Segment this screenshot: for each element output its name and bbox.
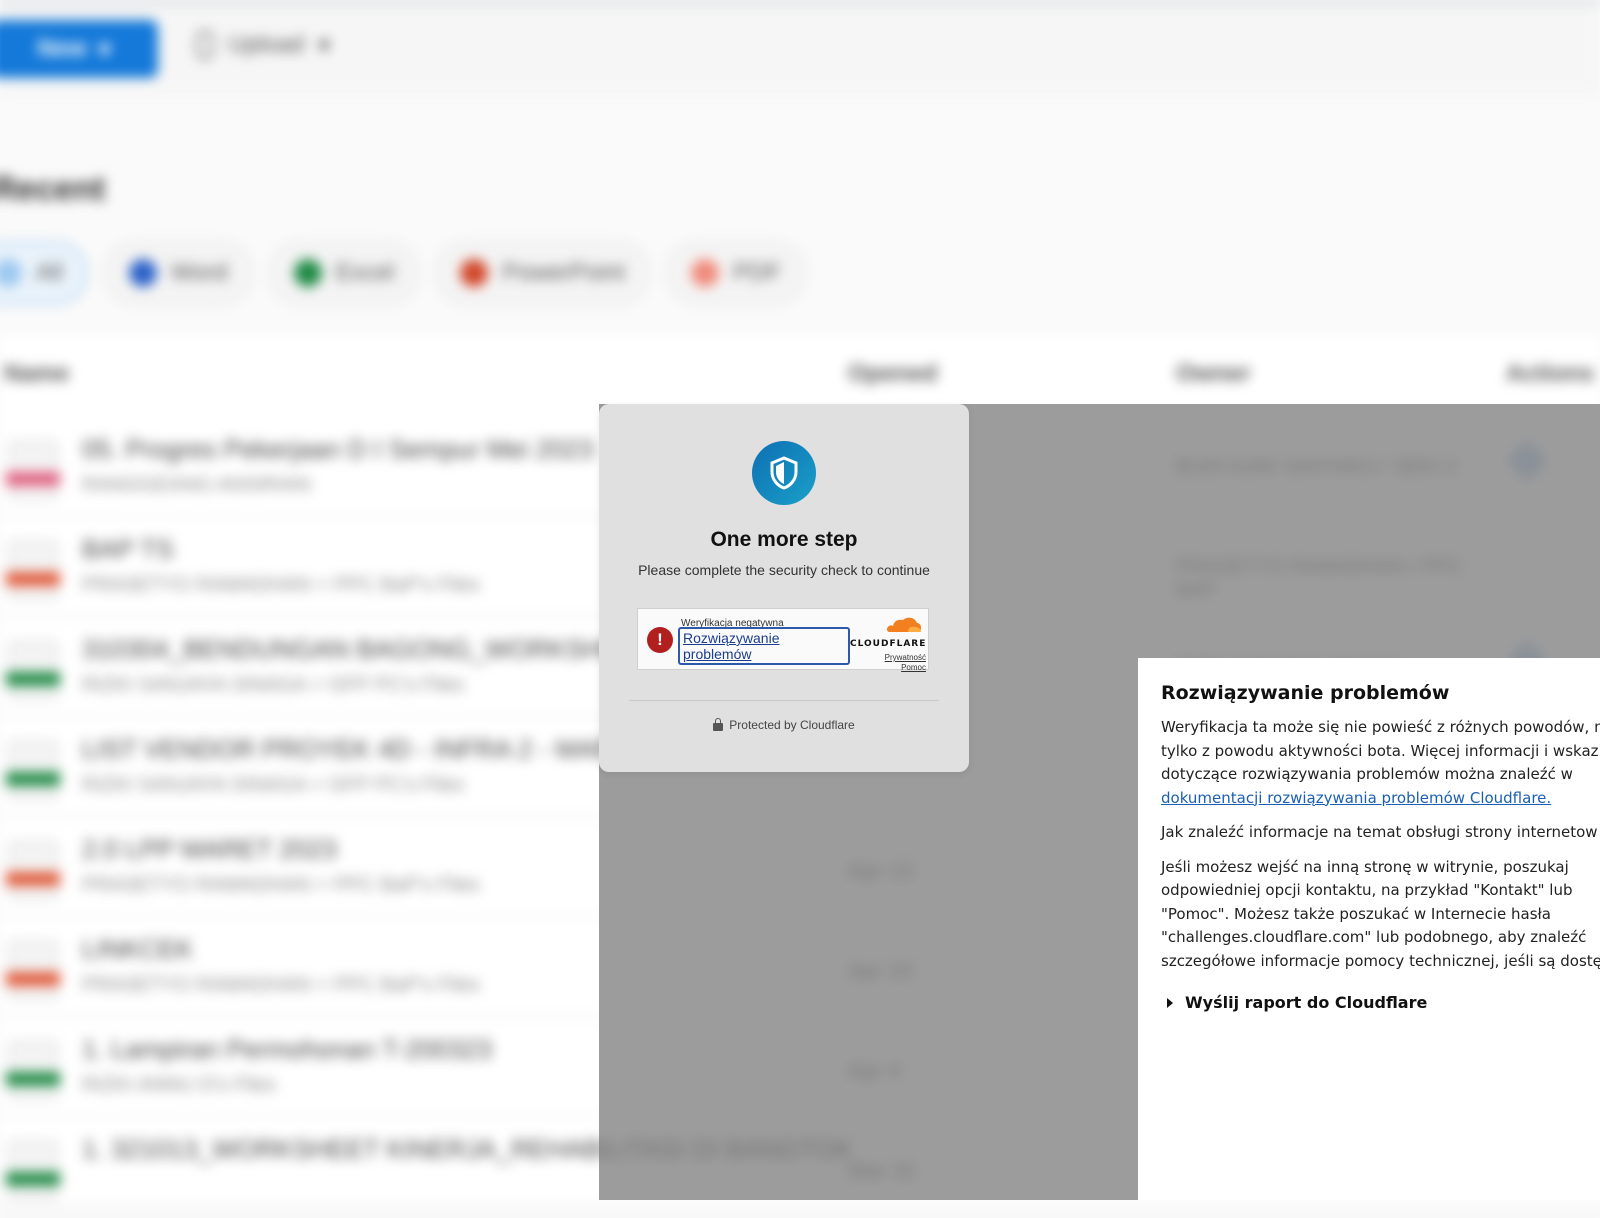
filter-chip-label: PDF	[733, 259, 781, 286]
upload-icon	[196, 30, 214, 60]
panel-text-line: "challenges.cloudflare.com" lub podobneg…	[1161, 928, 1587, 946]
panel-text-line: "Pomoc". Możesz także poszukać w Interne…	[1161, 904, 1551, 923]
protected-by-footer: Protected by Cloudflare	[599, 718, 969, 732]
file-name[interactable]: 1. Lampiran Permohonan T-200323	[82, 1034, 492, 1065]
upload-button[interactable]: Upload ▾	[196, 30, 330, 60]
file-icon	[6, 440, 60, 500]
file-name[interactable]: 310304_BENDUNGAN BAGONG_WORKSHEET	[82, 634, 653, 665]
chevron-down-icon: ▾	[98, 35, 111, 63]
turnstile-widget: ! Weryfikacja negatywna Rozwiązywanie pr…	[637, 608, 929, 673]
file-location: RIZKI ANNU D's Files	[82, 1074, 276, 1096]
shield-icon	[752, 441, 816, 505]
panel-text-line: dotyczące rozwiązywania problemów można …	[1161, 765, 1573, 783]
filter-chip-excel[interactable]: Excel	[269, 242, 419, 304]
panel-text-line: tylko z powodu aktywności bota. Więcej i…	[1161, 741, 1599, 760]
file-name[interactable]: 05. Progres Pekerjaan D I Sempur Mei 202…	[82, 434, 594, 465]
panel-paragraph-1: Weryfikacja ta może się nie powieść z ró…	[1161, 716, 1600, 810]
column-header-owner[interactable]: Owner	[1176, 360, 1251, 388]
error-icon: !	[647, 627, 673, 653]
panel-title: Rozwiązywanie problemów	[1161, 682, 1450, 704]
filter-chip-label: PowerPoint	[502, 259, 625, 286]
new-button-label: New	[37, 35, 87, 62]
top-toolbar: New ▾ Upload ▾	[0, 0, 1600, 96]
file-location: RIZKI SANJAYA SINAGA > GFP PC's Files	[82, 674, 465, 696]
section-title: Recent	[0, 170, 106, 208]
panel-text-line: Weryfikacja ta może się nie powieść z ró…	[1161, 718, 1600, 736]
file-icon	[6, 640, 60, 700]
upload-label: Upload	[228, 31, 305, 58]
protected-by-label: Protected by Cloudflare	[729, 718, 855, 732]
filter-chip-pdf[interactable]: PDF	[667, 242, 805, 304]
file-icon	[6, 940, 60, 1000]
column-header-opened[interactable]: Opened	[848, 360, 937, 388]
file-location: RIZKI SANJAYA SINAGA > GFP PC's Files	[82, 774, 465, 796]
filter-chip-label: Excel	[335, 259, 395, 286]
troubleshooting-docs-link[interactable]: dokumentacji rozwiązywania problemów Clo…	[1161, 789, 1551, 807]
column-header-actions: Actions	[1506, 360, 1595, 387]
filter-chip-label: Word	[170, 259, 228, 286]
column-header-name[interactable]: Name	[4, 360, 69, 388]
privacy-link[interactable]: Prywatność	[850, 653, 926, 663]
panel-paragraph-3: Jeśli możesz wejść na inną stronę w witr…	[1161, 856, 1600, 974]
cloudflare-cloud-icon	[886, 617, 921, 632]
pdf-icon	[691, 259, 719, 287]
file-icon	[6, 1140, 60, 1200]
file-location: PRASETYO RAMADHAN > PPC BaP's Files	[82, 874, 480, 896]
file-name[interactable]: BAP TS	[82, 534, 174, 565]
powerpoint-icon	[460, 259, 489, 287]
troubleshoot-panel: Rozwiązywanie problemów Weryfikacja ta m…	[1138, 658, 1600, 1200]
all-icon	[0, 259, 22, 287]
help-link[interactable]: Pomoc	[850, 663, 926, 673]
divider	[629, 700, 939, 701]
chevron-down-icon: ▾	[318, 31, 331, 59]
card-title: One more step	[710, 528, 858, 551]
filter-chip-label: All	[36, 259, 63, 286]
file-location: PRASETYO RAMADHAN > PPC BaP's Files	[82, 974, 480, 996]
cloudflare-wordmark: CLOUDFLARE	[850, 639, 927, 649]
file-icon	[6, 740, 60, 800]
file-name[interactable]: LIST VENDOR PROYEK 4D - INFRA 2 - MAR 23	[82, 734, 649, 765]
word-icon	[128, 259, 157, 287]
panel-paragraph-2: Jak znaleźć informacje na temat obsługi …	[1161, 823, 1598, 841]
file-icon	[6, 1040, 60, 1100]
card-subtitle: Please complete the security check to co…	[638, 562, 930, 578]
file-icon	[6, 840, 60, 900]
file-type-filters: All Word Excel PowerPoint PDF	[0, 242, 805, 304]
filter-chip-word[interactable]: Word	[104, 242, 252, 304]
lock-icon	[713, 718, 724, 731]
new-button[interactable]: New ▾	[0, 20, 158, 78]
file-location: PRASETYO RAMADHAN > PPC BaP's Files	[82, 574, 480, 596]
cloudflare-logo: CLOUDFLARE Prywatność Pomoc	[850, 615, 926, 673]
file-location: RANGGEANG ANSIRIAN	[82, 474, 311, 496]
filter-chip-powerpoint[interactable]: PowerPoint	[436, 242, 649, 304]
caret-right-icon	[1167, 997, 1173, 1008]
file-name[interactable]: LINKCEK	[82, 934, 193, 965]
excel-icon	[293, 259, 322, 287]
panel-text-line: szczegółowe informacje pomocy techniczne…	[1161, 951, 1600, 970]
file-icon	[6, 540, 60, 600]
troubleshoot-link[interactable]: Rozwiązywanie problemów	[678, 627, 850, 665]
panel-text-line: Jeśli możesz wejść na inną stronę w witr…	[1161, 857, 1569, 876]
panel-text-line: odpowiedniej opcji kontaktu, na przykład…	[1161, 881, 1573, 899]
send-report-toggle[interactable]: Wyślij raport do Cloudflare	[1161, 993, 1600, 1012]
file-name[interactable]: 2.0 LPP MARET 2023	[82, 834, 337, 865]
filter-chip-all[interactable]: All	[0, 242, 87, 304]
send-report-label: Wyślij raport do Cloudflare	[1185, 993, 1428, 1012]
security-check-card: One more step Please complete the securi…	[599, 404, 969, 772]
